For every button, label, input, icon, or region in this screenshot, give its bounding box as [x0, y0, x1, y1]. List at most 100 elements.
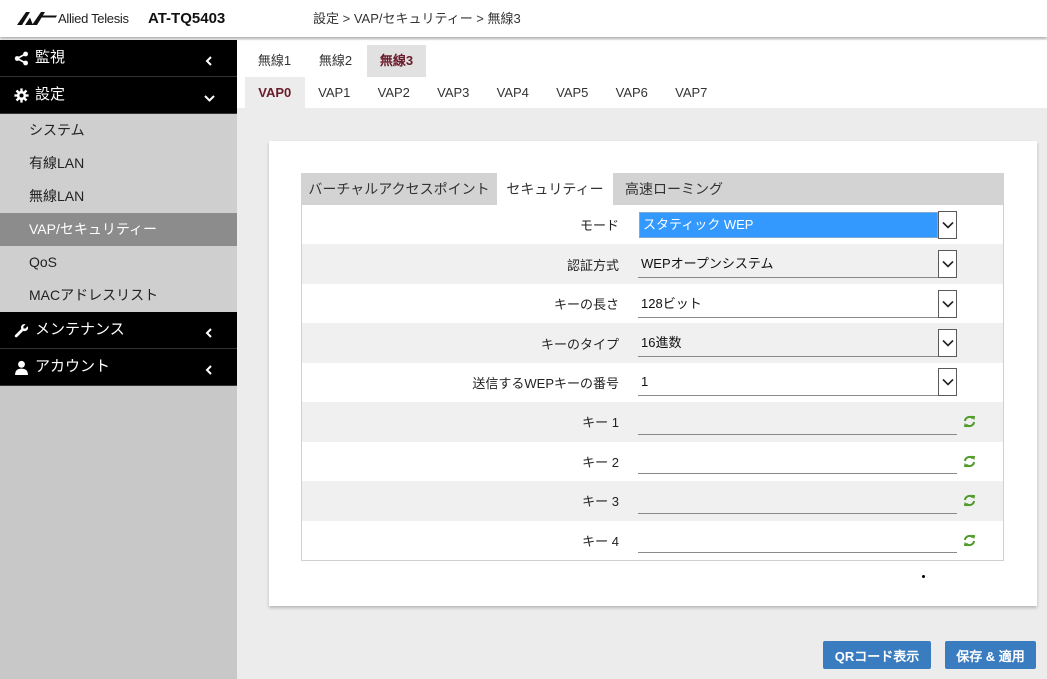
key-1-control	[638, 408, 976, 435]
wrench-icon	[14, 323, 29, 338]
key-4-input[interactable]	[638, 527, 957, 554]
form-row-key-length: キーの長さ 128ビット	[302, 283, 1003, 324]
sidebar-group-settings[interactable]: 設定	[0, 77, 237, 114]
key-2-label: キー 2	[582, 454, 619, 470]
key-1-label: キー 1	[582, 415, 619, 431]
form-row-key-type: キーのタイプ 16進数	[302, 323, 1003, 363]
form-row-key-4: キー 4	[302, 520, 1003, 560]
tx-key-index-select[interactable]: 1	[638, 368, 957, 397]
qr-code-button[interactable]: QRコード表示	[823, 641, 931, 669]
dot-indicator	[922, 575, 925, 578]
tab-vap7[interactable]: VAP7	[662, 77, 722, 108]
tab-vap0[interactable]: VAP0	[245, 77, 305, 108]
mode-control: スタティック WEP	[638, 210, 957, 239]
sidebar-group-monitor[interactable]: 監視	[0, 40, 237, 77]
save-apply-button[interactable]: 保存 & 適用	[945, 641, 1036, 669]
sidebar: 監視 設定 システム 有線LAN 無線LAN VAP/セキュリティー QoS M…	[0, 40, 237, 679]
tab-navigation: 無線1 無線2 無線3 VAP0 VAP1 VAP2 VAP3 VAP4 VAP…	[237, 40, 1047, 108]
key-length-label: キーの長さ	[553, 297, 619, 313]
share-icon	[14, 51, 29, 66]
sidebar-item-vap-security[interactable]: VAP/セキュリティー	[0, 213, 237, 246]
form-row-key-2: キー 2	[302, 441, 1003, 482]
tab-virtual-access-point[interactable]: バーチャルアクセスポイント	[301, 173, 497, 205]
key-3-input[interactable]	[638, 487, 957, 514]
chevron-left-icon	[204, 56, 215, 66]
tab-radio-1[interactable]: 無線1	[245, 45, 304, 77]
mode-label: モード	[579, 218, 619, 234]
key-length-select-value: 128ビット	[638, 290, 938, 318]
tab-vap4[interactable]: VAP4	[483, 77, 543, 108]
chevron-down-icon[interactable]	[938, 250, 957, 279]
key-type-control: 16進数	[638, 329, 957, 358]
tab-radio-2[interactable]: 無線2	[306, 45, 365, 77]
key-3-label: キー 3	[582, 494, 619, 510]
key-2-input[interactable]	[638, 448, 957, 475]
tab-vap1[interactable]: VAP1	[305, 77, 365, 108]
chevron-down-icon[interactable]	[938, 368, 957, 397]
key-4-label: キー 4	[582, 533, 619, 549]
sidebar-item-wireless-lan[interactable]: 無線LAN	[0, 180, 237, 213]
key-length-control: 128ビット	[638, 289, 957, 318]
gear-icon	[14, 88, 29, 103]
tx-key-index-label: 送信するWEPキーの番号	[472, 375, 619, 391]
refresh-icon[interactable]	[963, 534, 976, 547]
tx-key-index-control: 1	[638, 368, 957, 397]
key-3-control	[638, 487, 976, 514]
tab-radio-3[interactable]: 無線3	[367, 45, 426, 77]
sidebar-item-wired-lan[interactable]: 有線LAN	[0, 147, 237, 180]
wep-security-form: モード スタティック WEP 認証方式 WEPオープンシステム キーの長さ 12…	[301, 205, 1004, 561]
tab-vap2[interactable]: VAP2	[364, 77, 424, 108]
vap-tabs: VAP0 VAP1 VAP2 VAP3 VAP4 VAP5 VAP6 VAP7	[245, 77, 721, 108]
chevron-down-icon[interactable]	[938, 289, 957, 318]
logo-text: Allied Telesis	[58, 11, 129, 26]
form-row-mode: モード スタティック WEP	[302, 205, 1003, 245]
sidebar-group-label: 設定	[35, 86, 66, 103]
sidebar-group-label: アカウント	[35, 358, 111, 375]
refresh-icon[interactable]	[963, 415, 976, 428]
main-content: 無線1 無線2 無線3 VAP0 VAP1 VAP2 VAP3 VAP4 VAP…	[237, 40, 1047, 679]
sidebar-item-qos[interactable]: QoS	[0, 246, 237, 279]
refresh-icon[interactable]	[963, 494, 976, 507]
sidebar-item-mac-address-list[interactable]: MACアドレスリスト	[0, 279, 237, 312]
auth-method-select-value: WEPオープンシステム	[638, 250, 938, 279]
sidebar-item-system[interactable]: システム	[0, 114, 237, 147]
form-row-auth-method: 認証方式 WEPオープンシステム	[302, 244, 1003, 284]
chevron-down-icon	[204, 93, 215, 103]
panel-tabs: バーチャルアクセスポイント セキュリティー 高速ローミング	[301, 173, 1004, 205]
form-row-key-1: キー 1	[302, 402, 1003, 442]
key-length-select[interactable]: 128ビット	[638, 289, 957, 318]
radio-tabs: 無線1 無線2 無線3	[245, 45, 428, 77]
key-2-control	[638, 448, 976, 475]
allied-telesis-logo[interactable]: Allied Telesis	[17, 0, 129, 37]
tab-vap3[interactable]: VAP3	[424, 77, 484, 108]
auth-method-label: 認証方式	[566, 257, 619, 273]
auth-method-control: WEPオープンシステム	[638, 250, 957, 279]
form-row-tx-key-index: 送信するWEPキーの番号 1	[302, 362, 1003, 403]
vap-settings-card: バーチャルアクセスポイント セキュリティー 高速ローミング モード スタティック…	[269, 141, 1037, 606]
tab-vap5[interactable]: VAP5	[543, 77, 603, 108]
tab-vap6[interactable]: VAP6	[602, 77, 662, 108]
sidebar-group-maintenance[interactable]: メンテナンス	[0, 312, 237, 349]
mode-select[interactable]: スタティック WEP	[638, 210, 957, 239]
sidebar-group-label: メンテナンス	[35, 321, 125, 338]
key-type-select[interactable]: 16進数	[638, 329, 957, 358]
device-model: AT-TQ5403	[148, 10, 226, 27]
chevron-left-icon	[204, 328, 215, 338]
auth-method-select[interactable]: WEPオープンシステム	[638, 250, 957, 279]
sidebar-group-label: 監視	[35, 49, 66, 66]
user-icon	[14, 360, 29, 375]
key-type-label: キーのタイプ	[540, 336, 619, 352]
mode-select-value: スタティック WEP	[639, 211, 938, 238]
form-row-key-3: キー 3	[302, 481, 1003, 521]
logo-mark-icon	[17, 12, 57, 25]
key-1-input[interactable]	[638, 408, 957, 435]
key-type-select-value: 16進数	[638, 329, 938, 358]
chevron-down-icon[interactable]	[938, 210, 957, 239]
sidebar-group-account[interactable]: アカウント	[0, 349, 237, 386]
tab-fast-roaming[interactable]: 高速ローミング	[613, 173, 735, 205]
tab-security[interactable]: セキュリティー	[497, 173, 613, 205]
app-header: Allied Telesis AT-TQ5403 設定 > VAP/セキュリティ…	[0, 0, 1047, 37]
refresh-icon[interactable]	[963, 455, 976, 468]
chevron-down-icon[interactable]	[938, 329, 957, 358]
tx-key-index-select-value: 1	[638, 368, 938, 397]
